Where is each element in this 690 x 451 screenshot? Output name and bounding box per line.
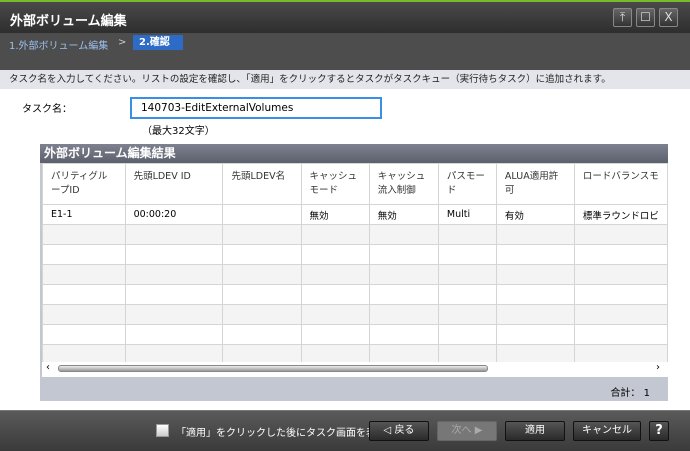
back-label: 戻る: [394, 425, 415, 436]
empty-row: [42, 304, 668, 325]
column-header[interactable]: パリティグループID: [42, 163, 126, 205]
cell: 00:00:20: [124, 204, 224, 225]
window-title: 外部ボリューム編集: [10, 14, 127, 29]
cancel-button[interactable]: キャンセル: [573, 421, 641, 441]
apply-button[interactable]: 適用: [505, 421, 565, 441]
column-header[interactable]: ロードバランスモ: [573, 163, 668, 205]
column-header[interactable]: 先頭LDEV名: [222, 163, 302, 205]
footer-bar: 「適用」をクリックした後にタスク画面を表示 ◁ 戻る 次へ ▶ 適用 キャンセル…: [0, 410, 690, 451]
pin-icon[interactable]: ⤒: [613, 8, 632, 27]
step-separator: >: [118, 37, 127, 48]
total-label: 合計：: [610, 388, 641, 399]
cell: E1-1: [42, 204, 126, 225]
total-value: 1: [643, 388, 650, 399]
column-header[interactable]: キャッシュ流入制御: [368, 163, 439, 205]
show-tasks-checkbox[interactable]: [156, 424, 169, 437]
back-button[interactable]: ◁ 戻る: [369, 421, 429, 441]
results-table: パリティグループID 先頭LDEV ID 先頭LDEV名 キャッシュモード キャ…: [42, 163, 668, 362]
empty-row: [42, 224, 668, 245]
empty-row: [42, 284, 668, 305]
task-name-input[interactable]: 140703-EditExternalVolumes: [130, 97, 382, 119]
column-header[interactable]: ALUA適用許可: [495, 163, 575, 205]
results-panel: 外部ボリューム編集結果 パリティグループID 先頭LDEV ID 先頭LDEV名…: [40, 144, 668, 401]
empty-row: [42, 264, 668, 285]
scrollbar-thumb[interactable]: [58, 365, 488, 372]
cell: 無効: [300, 204, 370, 225]
chevron-right-icon: ▶: [474, 425, 483, 436]
column-header[interactable]: 先頭LDEV ID: [124, 163, 224, 205]
cell: [222, 204, 302, 225]
title-bar: 外部ボリューム編集 ⤒ ☐ X: [0, 0, 690, 33]
total-count: 合計： 1: [610, 384, 650, 399]
help-button[interactable]: ?: [649, 421, 669, 441]
table-header: パリティグループID 先頭LDEV ID 先頭LDEV名 キャッシュモード キャ…: [42, 163, 668, 205]
show-tasks-label[interactable]: 「適用」をクリックした後にタスク画面を表示: [176, 424, 386, 439]
next-button: 次へ ▶: [437, 421, 497, 441]
empty-row: [42, 344, 668, 362]
cell: 有効: [495, 204, 575, 225]
results-title: 外部ボリューム編集結果: [40, 144, 668, 163]
scroll-right-icon[interactable]: ›: [656, 362, 660, 373]
table-row[interactable]: E1-1 00:00:20 無効 無効 Multi 有効 標準ラウンドロビ: [42, 204, 668, 225]
column-header[interactable]: キャッシュモード: [300, 163, 370, 205]
instruction-text: タスク名を入力してください。リストの設定を確認し、「適用」をクリックするとタスク…: [0, 70, 690, 89]
close-icon[interactable]: X: [659, 8, 678, 27]
wizard-steps: 1.外部ボリューム編集 > 2.確認: [0, 33, 690, 70]
horizontal-scrollbar[interactable]: ‹ ›: [42, 362, 668, 377]
column-header[interactable]: パスモード: [437, 163, 497, 205]
step-edit[interactable]: 1.外部ボリューム編集: [9, 37, 108, 52]
step-confirm: 2.確認: [133, 35, 183, 50]
chevron-left-icon: ◁: [383, 425, 392, 436]
next-label: 次へ: [451, 425, 472, 436]
task-name-label: タスク名：: [22, 104, 72, 115]
cell: 標準ラウンドロビ: [573, 204, 668, 225]
cell: 無効: [368, 204, 439, 225]
scroll-left-icon[interactable]: ‹: [46, 362, 50, 373]
empty-row: [42, 324, 668, 345]
empty-row: [42, 244, 668, 265]
maximize-icon[interactable]: ☐: [636, 8, 655, 27]
task-name-hint: （最大32文字）: [142, 126, 215, 137]
cell: Multi: [437, 204, 497, 225]
